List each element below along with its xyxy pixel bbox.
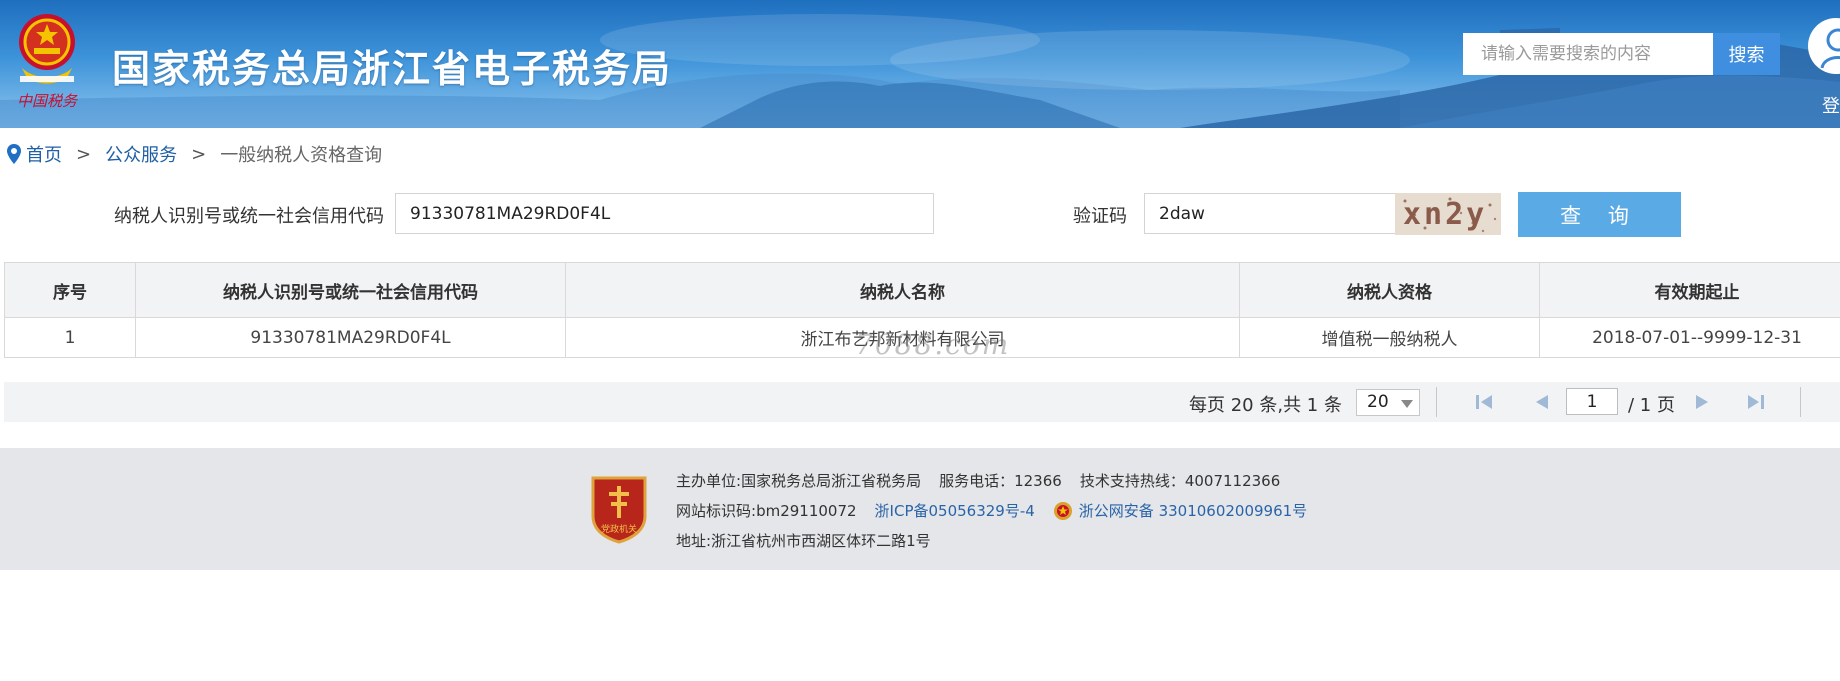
next-page-icon[interactable] <box>1692 393 1712 411</box>
column-header-taxpayer-code: 纳税人识别号或统一社会信用代码 <box>135 262 566 318</box>
table-header-row: 序号 纳税人识别号或统一社会信用代码 纳税人名称 纳税人资格 有效期起止 <box>4 262 1840 318</box>
login-label: 登 <box>1822 96 1840 117</box>
column-header-taxpayer-name: 纳税人名称 <box>565 262 1240 318</box>
footer-support-label: 技术支持热线： <box>1079 472 1185 490</box>
taxpayer-code-label: 纳税人识别号或统一社会信用代码 <box>114 206 384 227</box>
captcha-image-text: xn2y <box>1403 197 1488 232</box>
footer-host-line: 主办单位: 国家税务总局浙江省税务局 服务电话： 12366 技术支持热线： 4… <box>676 470 1280 491</box>
cell-taxpayer-name: 浙江布艺邦新材料有限公司 <box>565 317 1240 358</box>
footer-phone-value: 12366 <box>1014 471 1062 490</box>
footer-registration-line: 网站标识码: bm29110072 浙ICP备05056329号-4 浙公网安备… <box>676 500 1307 521</box>
login-button[interactable]: 登 <box>1808 18 1840 117</box>
national-emblem-icon: 中国税务 <box>17 14 79 110</box>
last-page-icon[interactable] <box>1746 393 1766 411</box>
column-header-validity-period: 有效期起止 <box>1539 262 1840 318</box>
breadcrumb-public-services-link[interactable]: 公众服务 <box>105 141 177 167</box>
party-government-badge-icon[interactable]: 党政机关 <box>589 472 649 544</box>
breadcrumb-separator: > <box>191 143 207 165</box>
cell-validity-period: 2018-07-01--9999-12-31 <box>1539 317 1840 358</box>
page-size-select[interactable]: 20 <box>1356 389 1420 416</box>
previous-page-icon[interactable] <box>1532 393 1552 411</box>
footer-site-id-value: bm29110072 <box>756 501 857 520</box>
footer-phone-label: 服务电话： <box>939 472 1015 490</box>
cell-taxpayer-qualification: 增值税一般纳税人 <box>1239 317 1540 358</box>
first-page-icon[interactable] <box>1474 393 1494 411</box>
chevron-down-icon <box>1401 400 1413 408</box>
pagination-summary: 每页 20 条,共 1 条 <box>1189 395 1342 416</box>
result-table: 序号 纳税人识别号或统一社会信用代码 纳税人名称 纳税人资格 有效期起止 1 9… <box>4 262 1840 358</box>
captcha-input[interactable] <box>1144 193 1396 234</box>
svg-text:中国税务: 中国税务 <box>17 92 79 110</box>
query-button[interactable]: 查 询 <box>1518 192 1681 237</box>
pager-divider <box>1436 387 1437 417</box>
user-avatar-icon <box>1808 18 1840 74</box>
footer-support-value: 4007112366 <box>1184 471 1281 490</box>
footer-police-record-link[interactable]: 浙公网安备 33010602009961号 <box>1079 500 1307 521</box>
breadcrumb-home-link[interactable]: 首页 <box>26 141 62 167</box>
total-pages-label: / 1 页 <box>1628 395 1675 416</box>
pagination-bar: 每页 20 条,共 1 条 20 / 1 页 <box>4 382 1840 422</box>
current-page-input[interactable] <box>1566 388 1618 415</box>
footer-address-label: 地址: <box>676 532 712 550</box>
taxpayer-code-input[interactable] <box>395 193 934 234</box>
column-header-index: 序号 <box>4 262 136 318</box>
site-footer: 党政机关 主办单位: 国家税务总局浙江省税务局 服务电话： 12366 技术支持… <box>0 448 1840 570</box>
footer-host-value: 国家税务总局浙江省税务局 <box>741 472 922 490</box>
page-size-value: 20 <box>1367 392 1389 412</box>
breadcrumb: 首页 > 公众服务 > 一般纳税人资格查询 <box>6 142 382 166</box>
site-header: 中国税务 国家税务总局浙江省电子税务局 搜索 登 <box>0 0 1840 128</box>
site-title: 国家税务总局浙江省电子税务局 <box>112 47 673 91</box>
captcha-label: 验证码 <box>1073 206 1127 227</box>
site-search-input[interactable] <box>1463 33 1713 75</box>
breadcrumb-separator: > <box>76 143 92 165</box>
cell-taxpayer-code: 91330781MA29RD0F4L <box>135 317 566 358</box>
footer-icp-link[interactable]: 浙ICP备05056329号-4 <box>875 500 1035 521</box>
footer-address-line: 地址: 浙江省杭州市西湖区体环二路1号 <box>676 530 931 551</box>
police-badge-icon <box>1053 501 1072 520</box>
cell-index: 1 <box>4 317 136 358</box>
svg-text:党政机关: 党政机关 <box>601 523 637 535</box>
column-header-taxpayer-qualification: 纳税人资格 <box>1239 262 1540 318</box>
footer-site-id-label: 网站标识码: <box>676 502 757 520</box>
footer-host-label: 主办单位: <box>676 472 742 490</box>
table-row: 1 91330781MA29RD0F4L 浙江布艺邦新材料有限公司 增值税一般纳… <box>4 317 1840 358</box>
site-search-button[interactable]: 搜索 <box>1713 33 1780 75</box>
breadcrumb-current: 一般纳税人资格查询 <box>220 145 383 166</box>
captcha-image[interactable]: xn2y <box>1395 193 1501 235</box>
pager-divider <box>1800 387 1801 417</box>
location-pin-icon <box>7 144 21 164</box>
footer-address-value: 浙江省杭州市西湖区体环二路1号 <box>711 532 931 550</box>
